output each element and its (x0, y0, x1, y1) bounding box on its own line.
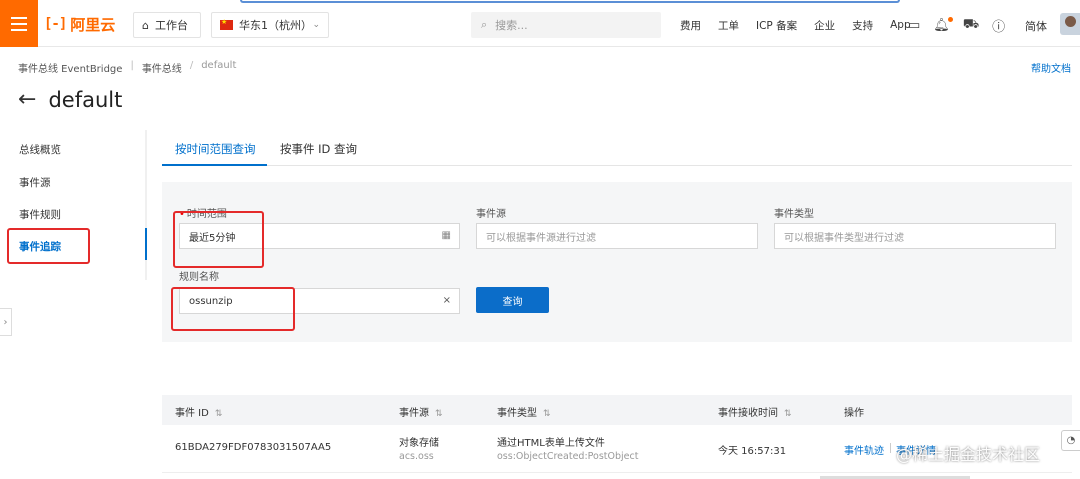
event-trace-link[interactable]: 事件轨迹 (844, 442, 884, 457)
annotation-box-time-range (173, 211, 264, 268)
chevron-down-icon: ⌄ (312, 20, 320, 30)
event-type-input[interactable]: 可以根据事件类型进行过滤 (774, 223, 1056, 249)
region-selector[interactable]: 华东1（杭州） ⌄ (211, 12, 329, 38)
calendar-icon: ▦ (441, 230, 451, 241)
aliyun-logo-icon: [-] (44, 16, 67, 32)
nav-billing[interactable]: 费用 (680, 18, 701, 33)
page-header: ← default (18, 88, 122, 112)
terminal-icon[interactable]: ▭ (908, 18, 920, 33)
search-placeholder: 搜索... (495, 19, 528, 32)
sort-icon: ⇅ (543, 409, 551, 419)
column-event-id[interactable]: 事件 ID ⇅ (175, 404, 222, 419)
breadcrumb-eventbus[interactable]: 事件总线 (142, 60, 182, 75)
cell-event-id: 61BDA279FDF0783031507AA5 (175, 442, 332, 453)
annotation-box-sidebar (7, 228, 90, 264)
tab-time-range[interactable]: 按时间范围查询 (175, 141, 256, 157)
top-nav-links: 费用 工单 ICP 备案 企业 支持 App (680, 12, 928, 38)
sidebar-collapse-toggle[interactable]: › (0, 308, 12, 336)
table-header: 事件 ID ⇅ 事件源 ⇅ 事件类型 ⇅ 事件接收时间 ⇅ 操作 (162, 395, 1072, 425)
query-button[interactable]: 查询 (476, 287, 549, 313)
event-source-label: 事件源 (476, 209, 506, 220)
cart-icon[interactable]: ⛟ (963, 17, 979, 34)
breadcrumb-eventbridge[interactable]: 事件总线 EventBridge (18, 60, 122, 75)
page-title: default (48, 88, 123, 112)
search-icon: ⌕ (481, 18, 488, 31)
sidebar-item-event-source[interactable]: 事件源 (19, 175, 51, 190)
home-icon: ⌂ (142, 18, 149, 32)
window-edge-decoration (240, 0, 900, 3)
chat-icon[interactable]: ◔ (1061, 430, 1080, 451)
sidebar-item-event-rules[interactable]: 事件规则 (19, 207, 61, 222)
cell-type-sub: oss:ObjectCreated:PostObject (497, 451, 639, 462)
workspace-label: 工作台 (154, 19, 188, 32)
filter-panel (162, 182, 1072, 342)
breadcrumb: 事件总线 EventBridge | 事件总线 / default (18, 60, 236, 75)
event-source-input[interactable]: 可以根据事件源进行过滤 (476, 223, 758, 249)
top-navbar: [-] 阿里云 ⌂ 工作台 华东1（杭州） ⌄ ⌕ 搜索... 费用 工单 IC… (0, 0, 1080, 47)
column-event-type[interactable]: 事件类型 ⇅ (497, 404, 551, 419)
bell-icon[interactable]: 🔔︎ (933, 16, 953, 33)
sort-icon: ⇅ (214, 409, 223, 419)
clear-icon[interactable]: × (443, 295, 451, 306)
region-label: 华东1（杭州） (238, 19, 312, 32)
breadcrumb-separator: | (130, 60, 134, 71)
nav-enterprise[interactable]: 企业 (814, 18, 835, 33)
sort-icon: ⇅ (435, 409, 443, 419)
breadcrumb-separator: / (189, 60, 194, 71)
hamburger-menu-button[interactable] (0, 0, 38, 47)
column-received-time[interactable]: 事件接收时间 ⇅ (718, 404, 792, 419)
event-type-label: 事件类型 (774, 209, 814, 220)
workspace-button[interactable]: ⌂ 工作台 (133, 12, 201, 38)
sidebar-item-overview[interactable]: 总线概览 (19, 142, 61, 157)
breadcrumb-current: default (201, 60, 237, 71)
china-flag-icon (220, 18, 233, 30)
nav-support[interactable]: 支持 (852, 18, 873, 33)
language-switch[interactable]: 简体 (1025, 18, 1047, 34)
sort-icon: ⇅ (784, 409, 792, 419)
annotation-box-rule-name (171, 287, 295, 331)
logo-text: 阿里云 (70, 15, 116, 34)
action-separator (890, 443, 891, 453)
rule-name-label: 规则名称 (179, 272, 219, 283)
cell-source-sub: acs.oss (399, 451, 434, 462)
active-tab-underline (162, 164, 267, 166)
column-actions: 操作 (844, 408, 864, 419)
column-event-source[interactable]: 事件源 ⇅ (399, 404, 443, 419)
tab-event-id[interactable]: 按事件 ID 查询 (280, 141, 357, 157)
top-icon-group: ▭ 🔔︎ ⛟ ⓘ (908, 14, 1005, 36)
sidebar-active-indicator (145, 228, 147, 260)
help-icon[interactable]: ⓘ (992, 16, 1005, 35)
watermark-text: @稀土掘金技术社区 (896, 445, 1041, 464)
query-tabs: 按时间范围查询 按事件 ID 查询 (162, 130, 1072, 166)
back-arrow-icon[interactable]: ← (18, 89, 36, 111)
cell-time: 今天 16:57:31 (718, 446, 787, 457)
event-source-placeholder: 可以根据事件源进行过滤 (486, 232, 596, 244)
avatar[interactable] (1060, 13, 1080, 35)
aliyun-logo[interactable]: [-] 阿里云 (44, 12, 115, 36)
help-docs-link[interactable]: 帮助文档 (1031, 60, 1071, 75)
nav-icp[interactable]: ICP 备案 (756, 18, 797, 33)
event-type-placeholder: 可以根据事件类型进行过滤 (784, 232, 904, 244)
cell-type: 通过HTML表单上传文件 (497, 438, 605, 449)
cell-source: 对象存储 (399, 438, 439, 449)
nav-tickets[interactable]: 工单 (718, 18, 739, 33)
global-search-input[interactable]: ⌕ 搜索... (471, 12, 661, 38)
